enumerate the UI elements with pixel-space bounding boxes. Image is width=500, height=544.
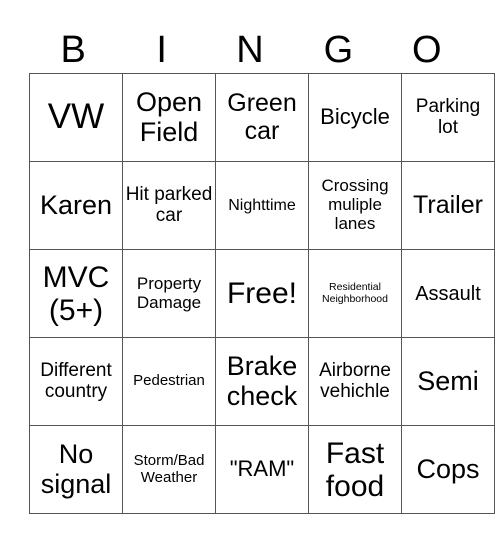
bingo-cell[interactable]: Crossing muliple lanes	[308, 161, 402, 250]
header-letter-b: B	[60, 29, 86, 71]
bingo-cell[interactable]: Green car	[215, 73, 309, 162]
free-space-cell[interactable]: Free!	[215, 249, 309, 338]
bingo-cell[interactable]: Property Damage	[122, 249, 216, 338]
bingo-cell[interactable]: Hit parked car	[122, 161, 216, 250]
bingo-cell[interactable]: Karen	[29, 161, 123, 250]
bingo-cell[interactable]: Storm/Bad Weather	[122, 425, 216, 514]
grid-row: VW Open Field Green car Bicycle Parking …	[29, 73, 495, 162]
bingo-cell[interactable]: Airborne vehichle	[308, 337, 402, 426]
bingo-cell[interactable]: Trailer	[401, 161, 495, 250]
bingo-cell[interactable]: Parking lot	[401, 73, 495, 162]
bingo-cell[interactable]: Different country	[29, 337, 123, 426]
grid-row: No signal Storm/Bad Weather "RAM" Fast f…	[29, 425, 495, 514]
bingo-grid: VW Open Field Green car Bicycle Parking …	[29, 73, 495, 514]
bingo-cell[interactable]: MVC (5+)	[29, 249, 123, 338]
bingo-header: B I N G O	[29, 28, 471, 72]
header-letter-n: N	[236, 29, 264, 71]
bingo-cell[interactable]: Residential Neighborhood	[308, 249, 402, 338]
header-letter-g: G	[323, 29, 354, 71]
bingo-cell[interactable]: Open Field	[122, 73, 216, 162]
header-letter-i: I	[156, 29, 167, 71]
grid-row: Karen Hit parked car Nighttime Crossing …	[29, 161, 495, 250]
bingo-cell[interactable]: VW	[29, 73, 123, 162]
bingo-cell[interactable]: Cops	[401, 425, 495, 514]
grid-row: Different country Pedestrian Brake check…	[29, 337, 495, 426]
grid-row: MVC (5+) Property Damage Free! Residenti…	[29, 249, 495, 338]
bingo-cell[interactable]: Semi	[401, 337, 495, 426]
bingo-cell[interactable]: Nighttime	[215, 161, 309, 250]
bingo-cell[interactable]: Assault	[401, 249, 495, 338]
bingo-cell[interactable]: Fast food	[308, 425, 402, 514]
bingo-cell[interactable]: Brake check	[215, 337, 309, 426]
header-letter-o: O	[412, 29, 442, 71]
bingo-cell[interactable]: No signal	[29, 425, 123, 514]
bingo-cell[interactable]: Bicycle	[308, 73, 402, 162]
bingo-cell[interactable]: "RAM"	[215, 425, 309, 514]
bingo-cell[interactable]: Pedestrian	[122, 337, 216, 426]
